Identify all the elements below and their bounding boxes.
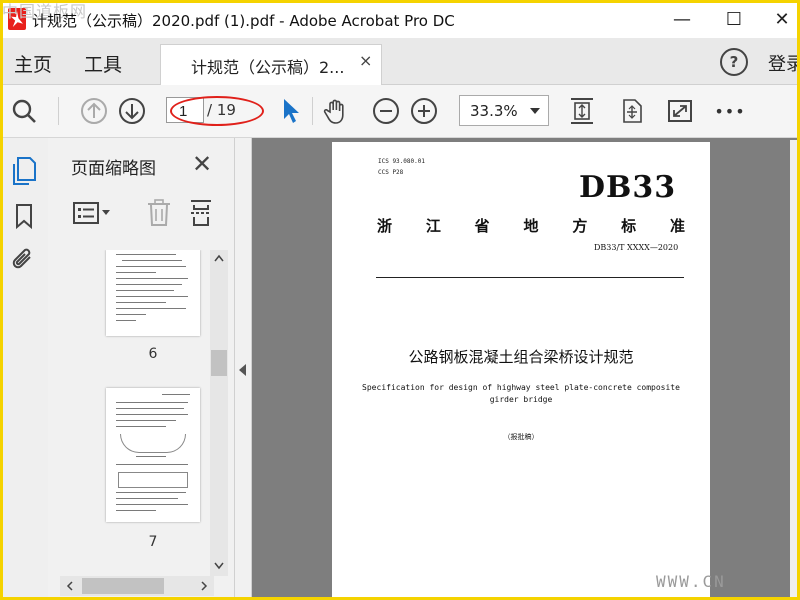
doc-title-en: Specification for design of highway stee… — [362, 382, 680, 406]
thumbnail-options-icon[interactable] — [72, 200, 112, 230]
fullscreen-icon[interactable] — [666, 97, 694, 125]
minimize-button[interactable]: — — [660, 4, 704, 34]
scrollbar-thumb[interactable] — [211, 350, 227, 376]
doc-title-en-line: Specification for design of highway stee… — [362, 383, 680, 392]
panel-collapse-strip[interactable] — [235, 138, 252, 600]
page-total: / 19 — [207, 101, 236, 119]
pages-icon[interactable] — [10, 156, 38, 185]
doc-standard-char: 准 — [669, 217, 685, 235]
doc-ics: ICS 93.080.01 — [378, 158, 425, 165]
panel-title: 页面缩略图 — [71, 159, 156, 179]
zoom-out-icon[interactable] — [372, 97, 400, 125]
tab-document[interactable]: 计规范（公示稿）2... × — [160, 44, 382, 85]
hand-icon[interactable] — [322, 97, 350, 125]
rotate-icon[interactable] — [618, 97, 646, 125]
document-scrollbar[interactable] — [790, 140, 800, 598]
doc-standard-char: 地 — [523, 217, 539, 235]
document-view: ICS 93.080.01 CCS P28 DB33 浙 江 省 地 方 标 准… — [252, 138, 800, 600]
scroll-up-icon[interactable] — [214, 254, 224, 262]
scroll-right-icon[interactable] — [200, 581, 208, 591]
page-number-input[interactable] — [166, 97, 204, 123]
thumbnail-page[interactable] — [106, 388, 200, 522]
tab-close-button[interactable]: × — [359, 51, 372, 70]
panel-close-button[interactable]: ✕ — [192, 150, 212, 178]
chevron-down-icon — [530, 108, 540, 114]
close-window-button[interactable]: ✕ — [760, 4, 800, 34]
toolbar-divider — [58, 97, 59, 125]
thumbnail-hscrollbar[interactable] — [60, 576, 214, 596]
window-title: 计规范（公示稿）2020.pdf (1).pdf - Adobe Acrobat… — [32, 12, 455, 30]
left-rail — [0, 138, 49, 600]
zoom-select[interactable]: 33.3% — [459, 95, 549, 126]
zoom-in-icon[interactable] — [410, 97, 438, 125]
zoom-value: 33.3% — [470, 102, 518, 120]
doc-title-en-line: girder bridge — [489, 395, 553, 404]
next-page-icon[interactable] — [118, 97, 146, 125]
thumbnail-list: 6 7 — [48, 250, 214, 575]
doc-standard-char: 浙 — [377, 217, 393, 235]
doc-title-cn: 公路钢板混凝土组合梁桥设计规范 — [408, 348, 634, 366]
doc-db-code: DB33 — [579, 170, 677, 205]
doc-standard-char: 江 — [425, 217, 441, 235]
doc-draft-label: （报批稿） — [503, 433, 539, 441]
scroll-left-icon[interactable] — [66, 581, 74, 591]
doc-standard-char: 方 — [572, 217, 588, 235]
watermark-bottom: WWW.CN — [656, 572, 726, 591]
doc-standard-char: 标 — [621, 217, 637, 235]
thumbnail-scrollbar[interactable] — [210, 250, 228, 576]
attachment-icon[interactable] — [10, 246, 38, 274]
doc-standard-char: 省 — [474, 217, 490, 235]
login-button[interactable]: 登录 — [768, 50, 800, 76]
thumbnail-label: 6 — [148, 346, 158, 362]
title-bar: 中国道板网 计规范（公示稿）2020.pdf (1).pdf - Adobe A… — [0, 0, 800, 38]
tab-document-label: 计规范（公示稿）2... — [191, 58, 345, 77]
doc-ccs: CCS P28 — [378, 169, 404, 176]
more-icon[interactable]: ••• — [714, 97, 744, 125]
collapse-arrow-icon[interactable] — [239, 364, 246, 376]
doc-standard-code: DB33/T XXXX—2020 — [594, 243, 679, 252]
help-icon[interactable]: ? — [720, 48, 748, 76]
toolbar: ••• — [0, 85, 800, 138]
scroll-down-icon[interactable] — [214, 562, 224, 570]
prev-page-icon[interactable] — [80, 97, 108, 125]
bookmark-icon[interactable] — [10, 202, 38, 230]
search-icon[interactable] — [10, 97, 38, 125]
thumbnail-page[interactable] — [106, 250, 200, 336]
toolbar-divider — [312, 97, 313, 125]
maximize-button[interactable]: ☐ — [712, 4, 756, 34]
insert-page-icon[interactable] — [188, 198, 214, 232]
thumbnail-panel: 页面缩略图 ✕ 6 7 — [48, 138, 235, 600]
tab-tools[interactable]: 工具 — [84, 50, 122, 77]
doc-divider — [376, 277, 684, 278]
select-arrow-icon[interactable] — [276, 97, 304, 125]
tab-home[interactable]: 主页 — [14, 50, 52, 77]
panel-toolbar — [48, 190, 234, 238]
pdf-page: ICS 93.080.01 CCS P28 DB33 浙 江 省 地 方 标 准… — [332, 142, 710, 600]
fit-page-icon[interactable] — [568, 97, 596, 125]
delete-icon[interactable] — [146, 198, 172, 232]
thumbnail-label: 7 — [148, 534, 158, 550]
tab-bar: 主页 工具 计规范（公示稿）2... × ? 登录 — [0, 38, 800, 85]
doc-standard-heading: 浙 江 省 地 方 标 准 — [377, 215, 685, 236]
hscrollbar-thumb[interactable] — [82, 578, 164, 594]
